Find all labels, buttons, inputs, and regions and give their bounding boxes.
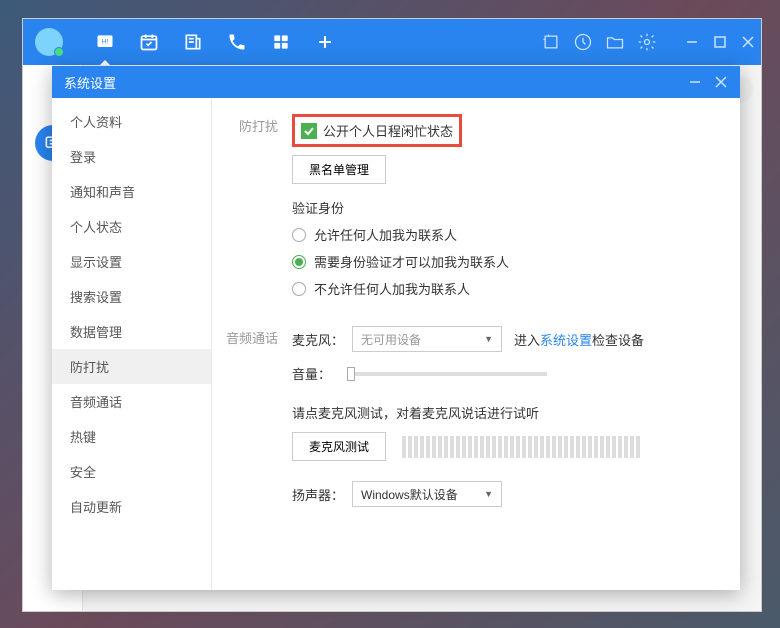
avatar[interactable]: [35, 28, 63, 56]
modal-header: 系统设置: [52, 66, 740, 98]
settings-modal: 系统设置 个人资料 登录 通知和声音 个人状态 显示设置 搜索设置 数据管理 防…: [52, 66, 740, 590]
screenshot-icon[interactable]: [541, 32, 561, 52]
modal-title: 系统设置: [64, 73, 116, 92]
history-icon[interactable]: [573, 32, 593, 52]
speaker-label: 扬声器：: [292, 485, 344, 504]
minimize-button[interactable]: [685, 35, 699, 49]
radio-allow-all[interactable]: 允许任何人加我为联系人: [292, 225, 720, 244]
section-label-audio: 音频通话: [212, 326, 292, 519]
public-schedule-label: 公开个人日程闲忙状态: [323, 121, 453, 140]
sidebar-item-data[interactable]: 数据管理: [52, 314, 211, 349]
settings-sidebar: 个人资料 登录 通知和声音 个人状态 显示设置 搜索设置 数据管理 防打扰 音频…: [52, 98, 212, 590]
folder-icon[interactable]: [605, 32, 625, 52]
news-icon[interactable]: [183, 32, 203, 52]
volume-label: 音量：: [292, 364, 331, 383]
radio-verify[interactable]: 需要身份验证才可以加我为联系人: [292, 252, 720, 271]
maximize-button[interactable]: [713, 35, 727, 49]
titlebar: H!: [23, 19, 761, 65]
sidebar-item-autoupdate[interactable]: 自动更新: [52, 489, 211, 524]
sidebar-item-search[interactable]: 搜索设置: [52, 279, 211, 314]
gear-icon[interactable]: [637, 32, 657, 52]
radio-icon[interactable]: [292, 282, 306, 296]
add-icon[interactable]: [315, 32, 335, 52]
sidebar-item-dnd[interactable]: 防打扰: [52, 349, 211, 384]
apps-icon[interactable]: [271, 32, 291, 52]
speaker-select[interactable]: Windows默认设备: [352, 481, 502, 507]
modal-close-button[interactable]: [714, 75, 728, 89]
public-schedule-checkbox[interactable]: [301, 123, 317, 139]
window-controls: [685, 35, 755, 49]
titlebar-right: [541, 32, 755, 52]
mic-level-meter: [402, 436, 640, 458]
phone-icon[interactable]: [227, 32, 247, 52]
sidebar-item-notification[interactable]: 通知和声音: [52, 174, 211, 209]
volume-slider[interactable]: [347, 372, 547, 376]
public-schedule-checkbox-row[interactable]: 公开个人日程闲忙状态: [292, 114, 462, 147]
radio-icon[interactable]: [292, 228, 306, 242]
sidebar-item-hotkey[interactable]: 热键: [52, 419, 211, 454]
blacklist-button[interactable]: 黑名单管理: [292, 155, 386, 184]
mic-test-button[interactable]: 麦克风测试: [292, 432, 386, 461]
sidebar-item-status[interactable]: 个人状态: [52, 209, 211, 244]
sidebar-item-audio[interactable]: 音频通话: [52, 384, 211, 419]
mic-select[interactable]: 无可用设备: [352, 326, 502, 352]
modal-body: 个人资料 登录 通知和声音 个人状态 显示设置 搜索设置 数据管理 防打扰 音频…: [52, 98, 740, 590]
radio-icon[interactable]: [292, 255, 306, 269]
modal-minimize-button[interactable]: [688, 75, 702, 89]
section-label-dnd: 防打扰: [212, 114, 292, 306]
radio-deny-all[interactable]: 不允许任何人加我为联系人: [292, 279, 720, 298]
mic-test-hint: 请点麦克风测试，对着麦克风说话进行试听: [292, 403, 720, 422]
toolbar-icons: H!: [95, 32, 335, 52]
sidebar-item-login[interactable]: 登录: [52, 139, 211, 174]
verify-header: 验证身份: [292, 198, 720, 217]
chat-tab-icon[interactable]: H!: [95, 32, 115, 52]
mic-label: 麦克风：: [292, 330, 344, 349]
device-hint: 进入系统设置检查设备: [514, 330, 644, 349]
system-settings-link[interactable]: 系统设置: [540, 333, 592, 348]
slider-thumb[interactable]: [347, 367, 355, 381]
close-button[interactable]: [741, 35, 755, 49]
sidebar-item-display[interactable]: 显示设置: [52, 244, 211, 279]
calendar-icon[interactable]: [139, 32, 159, 52]
sidebar-item-security[interactable]: 安全: [52, 454, 211, 489]
settings-main-panel: 防打扰 公开个人日程闲忙状态 黑名单管理 验证身份 允许任何人加我为联系人 需要…: [212, 98, 740, 590]
sidebar-item-profile[interactable]: 个人资料: [52, 104, 211, 139]
svg-text:H!: H!: [102, 39, 109, 46]
